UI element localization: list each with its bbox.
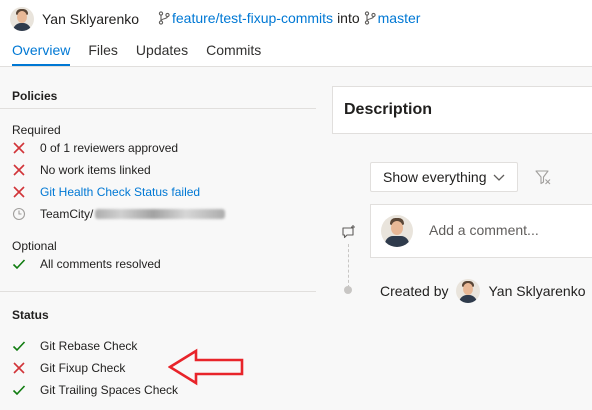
- overview-main: Description Show everything Add a commen…: [332, 68, 592, 410]
- check-icon: [12, 341, 26, 352]
- status-row-trailing-spaces[interactable]: Git Trailing Spaces Check: [12, 381, 178, 399]
- divider: [0, 291, 316, 292]
- author-name[interactable]: Yan Sklyarenko: [42, 11, 139, 27]
- timeline-line: [348, 244, 349, 288]
- avatar[interactable]: [10, 7, 34, 31]
- description-title: Description: [344, 101, 433, 118]
- tab-files[interactable]: Files: [88, 42, 118, 66]
- health-check-link[interactable]: Git Health Check Status failed: [40, 185, 200, 199]
- optional-label: Optional: [12, 239, 57, 253]
- annotation-arrow-icon: [168, 348, 244, 386]
- branch-icon: [158, 11, 170, 25]
- check-icon: [12, 385, 26, 396]
- policies-panel: Policies Required 0 of 1 reviewers appro…: [0, 68, 316, 410]
- x-icon: [13, 362, 25, 374]
- branch-row: feature/test-fixup-commits into master: [158, 10, 420, 26]
- divider: [0, 108, 316, 109]
- into-text: into: [337, 10, 360, 26]
- status-text: Git Fixup Check: [40, 361, 126, 375]
- x-icon: [13, 142, 25, 154]
- author-row: Yan Sklyarenko: [10, 6, 139, 32]
- policy-row-reviewers[interactable]: 0 of 1 reviewers approved: [12, 139, 178, 157]
- activity-filter-dropdown[interactable]: Show everything: [370, 162, 518, 192]
- filter-value: Show everything: [383, 169, 487, 185]
- status-title: Status: [12, 308, 49, 322]
- policy-row-teamcity[interactable]: TeamCity/: [12, 205, 226, 223]
- timeline-dot: [344, 286, 352, 294]
- avatar[interactable]: [456, 279, 481, 303]
- policy-row-work-items[interactable]: No work items linked: [12, 161, 151, 179]
- pr-header: Yan Sklyarenko feature/test-fixup-commit…: [0, 0, 592, 67]
- description-card: Description: [332, 86, 592, 134]
- status-text: Git Trailing Spaces Check: [40, 383, 179, 397]
- redacted-text: [95, 209, 226, 219]
- check-icon: [12, 259, 26, 270]
- filter-clear-icon: [535, 170, 551, 185]
- policy-row-comments[interactable]: All comments resolved: [12, 255, 161, 273]
- clock-icon: [12, 207, 26, 221]
- policy-text: All comments resolved: [40, 257, 161, 271]
- comment-box[interactable]: Add a comment...: [370, 204, 592, 258]
- clear-filter-button[interactable]: [528, 162, 558, 192]
- status-text: Git Rebase Check: [40, 339, 138, 353]
- status-row-fixup[interactable]: Git Fixup Check: [12, 359, 125, 377]
- created-by-row: Created by Yan Sklyarenko: [380, 279, 586, 303]
- policies-title: Policies: [12, 89, 58, 103]
- comment-add-icon: [342, 225, 355, 239]
- tab-updates[interactable]: Updates: [136, 42, 188, 66]
- status-row-rebase[interactable]: Git Rebase Check: [12, 337, 137, 355]
- comment-input[interactable]: Add a comment...: [429, 222, 539, 238]
- tab-overview[interactable]: Overview: [12, 42, 71, 66]
- avatar: [381, 215, 413, 247]
- created-by-label: Created by: [380, 283, 449, 299]
- policy-text: TeamCity/: [40, 207, 94, 221]
- tab-commits[interactable]: Commits: [206, 42, 261, 66]
- policy-row-health-check[interactable]: Git Health Check Status failed: [12, 183, 200, 201]
- branch-icon: [364, 11, 376, 25]
- x-icon: [13, 186, 25, 198]
- policy-text: 0 of 1 reviewers approved: [40, 141, 179, 155]
- x-icon: [13, 164, 25, 176]
- required-label: Required: [12, 123, 61, 137]
- tab-bar: Overview Files Updates Commits: [12, 42, 279, 66]
- created-by-name[interactable]: Yan Sklyarenko: [488, 283, 585, 299]
- source-branch-link[interactable]: feature/test-fixup-commits: [172, 10, 333, 26]
- policy-text: No work items linked: [40, 163, 151, 177]
- target-branch-link[interactable]: master: [378, 10, 421, 26]
- chevron-down-icon: [493, 174, 505, 181]
